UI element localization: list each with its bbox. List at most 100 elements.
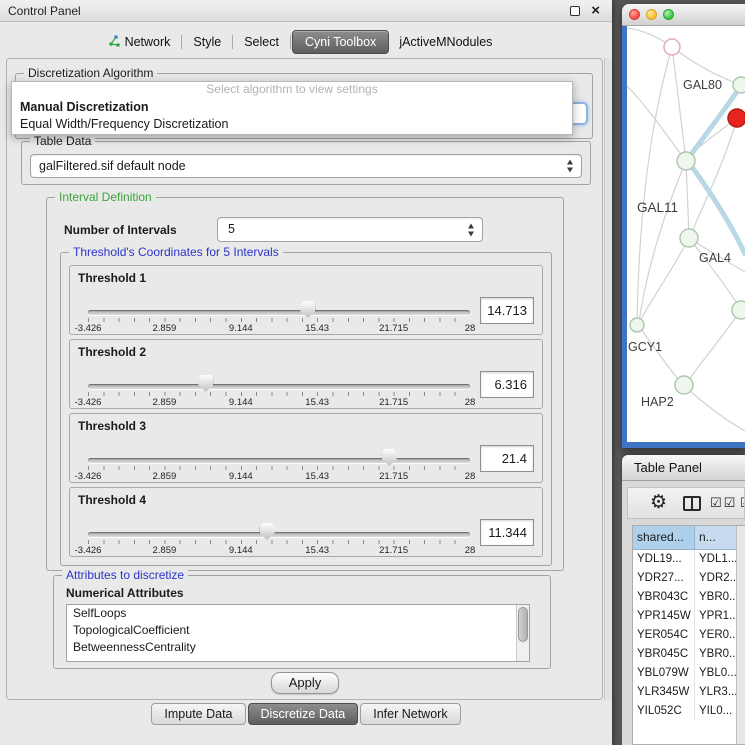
- apply-button[interactable]: Apply: [271, 672, 339, 694]
- tab-jactivemodules[interactable]: jActiveMNodules: [389, 31, 502, 53]
- panel-title: Control Panel: [8, 4, 81, 18]
- show-columns-icon[interactable]: [683, 496, 701, 511]
- thresholds-group: Threshold's Coordinates for 5 Intervals …: [60, 252, 552, 566]
- node-pink[interactable]: [664, 39, 680, 55]
- table-row[interactable]: YBR045CYBR0...: [633, 645, 745, 664]
- slider-thumb[interactable]: [382, 449, 397, 466]
- attributes-list: SelfLoops TopologicalCoefficient Between…: [66, 604, 530, 662]
- algorithm-option-equal-width[interactable]: Equal Width/Frequency Discretization: [12, 115, 572, 132]
- threshold-1-value-field[interactable]: 14.713: [480, 297, 534, 324]
- table-row[interactable]: YBR043CYBR0...: [633, 588, 745, 607]
- tab-infer-network[interactable]: Infer Network: [360, 703, 460, 725]
- table-row[interactable]: YDL19...YDL1...: [633, 550, 745, 569]
- node-right[interactable]: [732, 301, 745, 319]
- thresholds-group-label: Threshold's Coordinates for 5 Intervals: [69, 245, 283, 259]
- network-canvas[interactable]: GAL80 GAL11 GAL4 GCY1 HAP2: [627, 26, 745, 442]
- tab-cyni-toolbox[interactable]: Cyni Toolbox: [292, 30, 389, 54]
- tab-separator: [290, 35, 291, 49]
- threshold-3-value-field[interactable]: 21.4: [480, 445, 534, 472]
- list-item[interactable]: SelfLoops: [67, 605, 529, 622]
- slider-ticks: [88, 540, 470, 544]
- float-window-icon[interactable]: [570, 6, 580, 16]
- node-selected-red[interactable]: [728, 109, 745, 127]
- slider-thumb[interactable]: [198, 375, 213, 392]
- slider-tick-labels: -3.426 2.859 9.144 15.43 21.715 28: [88, 545, 470, 556]
- node-label: GAL11: [637, 200, 678, 215]
- table-data-group-label: Table Data: [30, 134, 95, 148]
- number-of-intervals-label: Number of Intervals: [64, 223, 177, 237]
- tab-style[interactable]: Style: [183, 31, 231, 53]
- network-tab-icon: [108, 35, 120, 50]
- number-of-intervals-select[interactable]: 5: [217, 217, 483, 242]
- node-gal80[interactable]: [733, 77, 745, 93]
- column-header-shared-name[interactable]: shared...: [633, 526, 695, 550]
- zoom-traffic-light-icon[interactable]: [663, 9, 674, 20]
- checkbox-icon[interactable]: ☑: [740, 495, 745, 511]
- stepper-icon: [467, 223, 476, 236]
- table-panel-header: Table Panel: [622, 455, 745, 481]
- table-row[interactable]: YIL052CYIL0...: [633, 702, 745, 721]
- threshold-1-panel: Threshold 1 -3.426 2.859 9.144 15.43 21.…: [69, 265, 543, 335]
- network-window-titlebar: [622, 4, 745, 26]
- node-gcy1[interactable]: [630, 318, 644, 332]
- tab-select[interactable]: Select: [234, 31, 289, 53]
- threshold-1-slider: -3.426 2.859 9.144 15.43 21.715 28: [88, 266, 470, 336]
- list-item[interactable]: BetweennessCentrality: [67, 639, 529, 656]
- interval-definition-group: Interval Definition Number of Intervals …: [46, 197, 564, 571]
- bottom-tabbar: Impute Data Discretize Data Infer Networ…: [0, 703, 612, 729]
- algorithm-hint: Select algorithm to view settings: [12, 82, 572, 98]
- threshold-4-value-field[interactable]: 11.344: [480, 519, 534, 546]
- threshold-4-panel: Threshold 4 -3.426 2.859 9.144 15.43 21.…: [69, 487, 543, 557]
- scrollbar-thumb[interactable]: [518, 607, 528, 642]
- table-row[interactable]: YER054CYER0...: [633, 626, 745, 645]
- network-view-window: GAL80 GAL11 GAL4 GCY1 HAP2: [622, 4, 745, 448]
- table-row[interactable]: YBL079WYBL0...: [633, 664, 745, 683]
- tab-discretize-data[interactable]: Discretize Data: [248, 703, 359, 725]
- slider-ticks: [88, 466, 470, 470]
- node-table: shared... n... YDL19...YDL1... YDR27...Y…: [632, 525, 745, 745]
- table-data-select[interactable]: galFiltered.sif default node: [30, 154, 582, 178]
- table-row[interactable]: YLR345WYLR3...: [633, 683, 745, 702]
- slider-track[interactable]: [88, 310, 470, 315]
- algorithm-group-label: Discretization Algorithm: [24, 66, 157, 80]
- tab-network[interactable]: Network: [98, 31, 181, 54]
- table-data-value: galFiltered.sif default node: [39, 159, 186, 173]
- slider-track[interactable]: [88, 458, 470, 463]
- attributes-group-label: Attributes to discretize: [62, 568, 188, 582]
- node-gal4[interactable]: [680, 229, 698, 247]
- slider-track[interactable]: [88, 532, 470, 537]
- slider-track[interactable]: [88, 384, 470, 389]
- table-header-row: shared... n...: [633, 526, 745, 550]
- threshold-2-value-field[interactable]: 6.316: [480, 371, 534, 398]
- node-gal11[interactable]: [677, 152, 695, 170]
- node-label: GAL80: [683, 78, 722, 92]
- table-row[interactable]: YPR145WYPR1...: [633, 607, 745, 626]
- table-scrollbar[interactable]: [736, 526, 745, 744]
- minimize-traffic-light-icon[interactable]: [646, 9, 657, 20]
- slider-thumb[interactable]: [300, 301, 315, 318]
- gear-icon[interactable]: ⚙: [650, 491, 667, 514]
- stepper-icon: [566, 160, 575, 173]
- node-label: GCY1: [628, 340, 662, 354]
- list-scrollbar[interactable]: [516, 605, 529, 661]
- node-hap2[interactable]: [675, 376, 693, 394]
- table-row[interactable]: YDR27...YDR2...: [633, 569, 745, 588]
- cyni-toolbox-panel: Discretization Algorithm Select algorith…: [6, 58, 603, 700]
- node-label: GAL4: [699, 251, 731, 265]
- control-panel: Control Panel × Network Style Select Cyn…: [0, 0, 612, 745]
- close-icon[interactable]: ×: [591, 2, 600, 19]
- numerical-attributes-label: Numerical Attributes: [66, 586, 184, 600]
- algorithm-dropdown-popup: Select algorithm to view settings Manual…: [11, 81, 573, 135]
- tab-impute-data[interactable]: Impute Data: [151, 703, 245, 725]
- threshold-2-slider: -3.426 2.859 9.144 15.43 21.715 28: [88, 340, 470, 410]
- algorithm-option-manual[interactable]: Manual Discretization: [12, 98, 572, 115]
- close-traffic-light-icon[interactable]: [629, 9, 640, 20]
- list-item[interactable]: TopologicalCoefficient: [67, 622, 529, 639]
- tab-separator: [181, 35, 182, 49]
- select-columns-checkbox-icons[interactable]: ☑☑: [710, 495, 737, 511]
- number-of-intervals-value: 5: [228, 222, 235, 236]
- slider-thumb[interactable]: [260, 523, 275, 540]
- panel-scrollbar-track[interactable]: [604, 58, 612, 700]
- table-toolbar: ⚙ ☑☑ ☑: [627, 487, 745, 519]
- interval-definition-label: Interval Definition: [55, 190, 156, 204]
